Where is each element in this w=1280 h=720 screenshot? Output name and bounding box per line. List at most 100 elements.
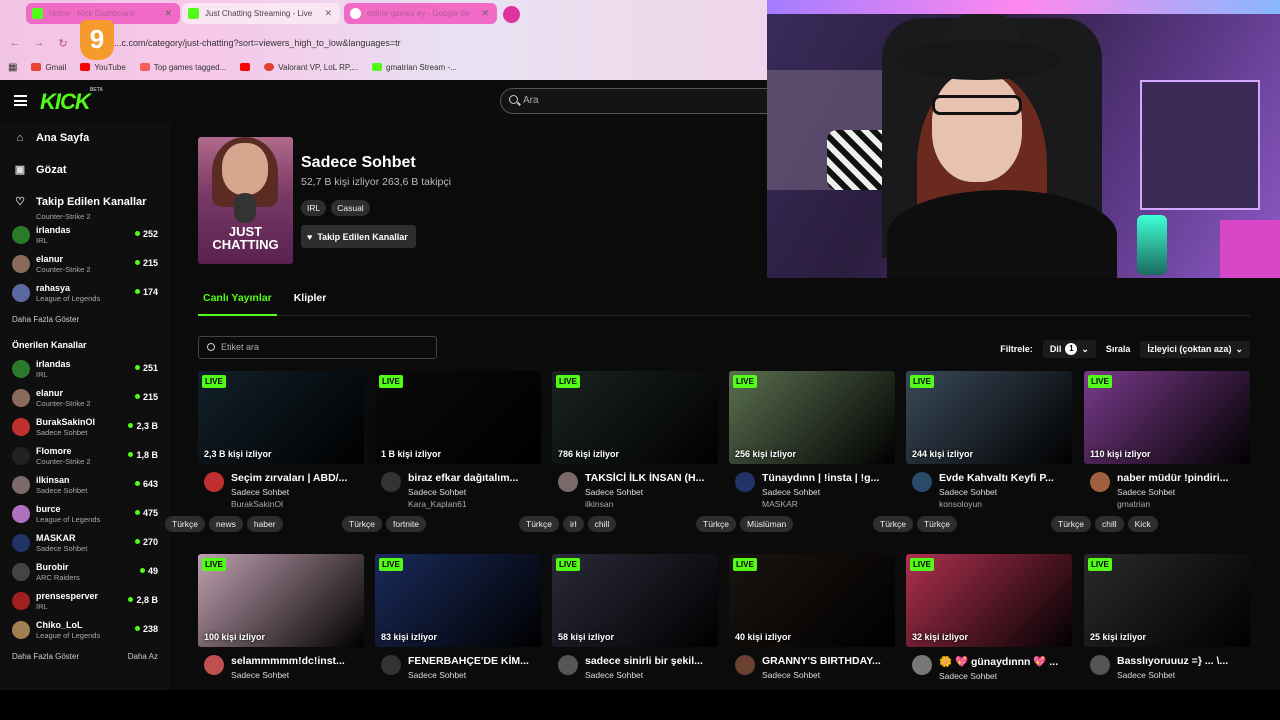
bookmark-codashop[interactable]: Valorant VP, LoL RP,... xyxy=(264,63,358,72)
avatar[interactable] xyxy=(381,655,401,675)
stream-card[interactable]: LIVE 256 kişi izliyor Tünaydınn | !insta… xyxy=(696,371,895,534)
stream-category[interactable]: Sadece Sohbet xyxy=(408,487,541,497)
tag[interactable]: Türkçe xyxy=(916,516,957,532)
stream-title[interactable]: selammmmm!dc!inst... xyxy=(231,647,364,667)
stream-category[interactable]: Sadece Sohbet xyxy=(939,671,1072,681)
stream-title[interactable]: Seçim zırvaları | ABD/... xyxy=(231,464,364,484)
sidebar-channel[interactable]: Flomore Counter-Strike 2 1,8 B xyxy=(0,443,170,472)
stream-title[interactable]: GRANNY'S BIRTHDAY... xyxy=(762,647,895,667)
tag[interactable]: Kick xyxy=(1127,516,1158,532)
sidebar-channel[interactable]: rahasya League of Legends 174 xyxy=(0,280,170,309)
sort-select[interactable]: İzleyici (çoktan aza) ⌄ xyxy=(1140,340,1250,358)
tag[interactable]: Casual xyxy=(331,200,370,216)
streamer-name[interactable]: konsoloyun xyxy=(939,499,1072,509)
tag[interactable]: chill xyxy=(1094,516,1124,532)
sidebar-channel[interactable]: Chiko_LoL League of Legends 238 xyxy=(0,617,170,646)
reload-icon[interactable]: ↻ xyxy=(54,37,72,50)
tag[interactable]: Türkçe xyxy=(165,516,205,532)
sidebar-channel[interactable]: irlandas IRL 251 xyxy=(0,356,170,385)
url-field[interactable]: ...c.com/category/just-chatting?sort=vie… xyxy=(80,34,760,52)
stream-title[interactable]: TAKSİCİ İLK İNSAN (H... xyxy=(585,464,718,484)
stream-card[interactable]: LIVE 1 B kişi izliyor biraz efkar dağıta… xyxy=(342,371,541,534)
stream-title[interactable]: naber müdür !pindiri... xyxy=(1117,464,1250,484)
avatar[interactable] xyxy=(912,472,932,492)
stream-card[interactable]: LIVE 244 kişi izliyor Evde Kahvaltı Keyf… xyxy=(873,371,1072,534)
avatar[interactable] xyxy=(204,655,224,675)
tag[interactable]: Türkçe xyxy=(696,516,736,532)
sidebar-channel[interactable]: ilkinsan Sadece Sohbet 643 xyxy=(0,472,170,501)
stream-thumbnail[interactable]: LIVE 40 kişi izliyor xyxy=(729,554,895,647)
sidebar-channel[interactable]: BurakSakinOl Sadece Sohbet 2,3 B xyxy=(0,414,170,443)
close-icon[interactable]: ✕ xyxy=(481,8,489,19)
sidebar-channel[interactable]: burce League of Legends 475 xyxy=(0,501,170,530)
new-tab-button[interactable] xyxy=(503,6,520,23)
show-less-link[interactable]: Daha Az xyxy=(128,652,158,661)
stream-thumbnail[interactable]: LIVE 100 kişi izliyor xyxy=(198,554,364,647)
tag[interactable]: Türkçe xyxy=(1051,516,1091,532)
sidebar-channel[interactable]: irlandas IRL 252 xyxy=(0,222,170,251)
stream-thumbnail[interactable]: LIVE 244 kişi izliyor xyxy=(906,371,1072,464)
tag[interactable]: chill xyxy=(587,516,617,532)
tab-live-streams[interactable]: Canlı Yayınlar xyxy=(198,292,277,316)
stream-thumbnail[interactable]: LIVE 256 kişi izliyor xyxy=(729,371,895,464)
sidebar-channel[interactable]: MASKAR Sadece Sohbet 270 xyxy=(0,530,170,559)
show-more-link[interactable]: Daha Fazla Göster xyxy=(0,309,170,331)
follow-button[interactable]: ♥ Takip Edilen Kanallar xyxy=(301,225,416,248)
search-input[interactable]: Ara xyxy=(500,88,800,114)
stream-category[interactable]: Sadece Sohbet xyxy=(231,487,364,497)
avatar[interactable] xyxy=(558,655,578,675)
tab-clips[interactable]: Klipler xyxy=(289,292,332,316)
sidebar-item-home[interactable]: ⌂ Ana Sayfa xyxy=(0,122,170,154)
stream-thumbnail[interactable]: LIVE 2,3 B kişi izliyor xyxy=(198,371,364,464)
streamer-name[interactable]: gmatrian xyxy=(1117,499,1250,509)
avatar[interactable] xyxy=(381,472,401,492)
stream-thumbnail[interactable]: LIVE 32 kişi izliyor xyxy=(906,554,1072,647)
stream-category[interactable]: Sadece Sohbet xyxy=(585,487,718,497)
stream-title[interactable]: FENERBAHÇE'DE KİM... xyxy=(408,647,541,667)
stream-category[interactable]: Sadece Sohbet xyxy=(231,670,364,680)
apps-icon[interactable]: ▦ xyxy=(8,62,17,73)
tag[interactable]: Müslüman xyxy=(739,516,794,532)
tag[interactable]: haber xyxy=(246,516,283,532)
stream-card[interactable]: LIVE 2,3 B kişi izliyor Seçim zırvaları … xyxy=(165,371,364,534)
stream-title[interactable]: biraz efkar dağıtalım... xyxy=(408,464,541,484)
stream-thumbnail[interactable]: LIVE 786 kişi izliyor xyxy=(552,371,718,464)
avatar[interactable] xyxy=(558,472,578,492)
tag[interactable]: Türkçe xyxy=(873,516,913,532)
streamer-name[interactable]: MASKAR xyxy=(762,499,895,509)
stream-thumbnail[interactable]: LIVE 110 kişi izliyor xyxy=(1084,371,1250,464)
close-icon[interactable]: ✕ xyxy=(324,8,332,19)
tag[interactable]: news xyxy=(208,516,243,532)
forward-icon[interactable]: → xyxy=(30,37,48,49)
stream-title[interactable]: Basslıyoruuuz =} ... \... xyxy=(1117,647,1250,667)
streamer-name[interactable]: ilkinsan xyxy=(585,499,718,509)
stream-category[interactable]: Sadece Sohbet xyxy=(939,487,1072,497)
kick-logo[interactable]: KICKBETA xyxy=(40,87,103,115)
sidebar-channel[interactable]: elanur Counter-Strike 2 215 xyxy=(0,251,170,280)
streamer-name[interactable]: BurakSakinOl xyxy=(231,499,364,509)
stream-thumbnail[interactable]: LIVE 25 kişi izliyor xyxy=(1084,554,1250,647)
tag[interactable]: Türkçe xyxy=(342,516,382,532)
back-icon[interactable]: ← xyxy=(6,37,24,49)
bookmark-youtube[interactable]: YouTube xyxy=(80,63,126,72)
stream-card[interactable]: LIVE 110 kişi izliyor naber müdür !pindi… xyxy=(1051,371,1250,534)
sidebar-channel[interactable]: elanur Counter-Strike 2 215 xyxy=(0,385,170,414)
stream-thumbnail[interactable]: LIVE 1 B kişi izliyor xyxy=(375,371,541,464)
stream-thumbnail[interactable]: LIVE 83 kişi izliyor xyxy=(375,554,541,647)
bookmark-gmatrian[interactable]: gmatrian Stream -... xyxy=(372,63,457,72)
stream-title[interactable]: Tünaydınn | !insta | !g... xyxy=(762,464,895,484)
stream-title[interactable]: Evde Kahvaltı Keyfi P... xyxy=(939,464,1072,484)
bookmark-gmail[interactable]: Gmail xyxy=(31,63,66,72)
streamer-name[interactable]: Kara_Kaplan61 xyxy=(408,499,541,509)
browser-tab-3[interactable]: online games ey - Google de ✕ xyxy=(344,3,497,24)
tag[interactable]: fortnite xyxy=(385,516,426,532)
stream-category[interactable]: Sadece Sohbet xyxy=(408,670,541,680)
tag[interactable]: IRL xyxy=(301,200,327,216)
avatar[interactable] xyxy=(735,655,755,675)
stream-category[interactable]: Sadece Sohbet xyxy=(585,670,718,680)
avatar[interactable] xyxy=(735,472,755,492)
browser-tab-2-active[interactable]: Just Chatting Streaming - Live ✕ xyxy=(182,3,340,24)
stream-title[interactable]: sadece sinirli bir şekil... xyxy=(585,647,718,667)
language-filter[interactable]: Dil 1 ⌄ xyxy=(1042,340,1096,358)
avatar[interactable] xyxy=(1090,655,1110,675)
